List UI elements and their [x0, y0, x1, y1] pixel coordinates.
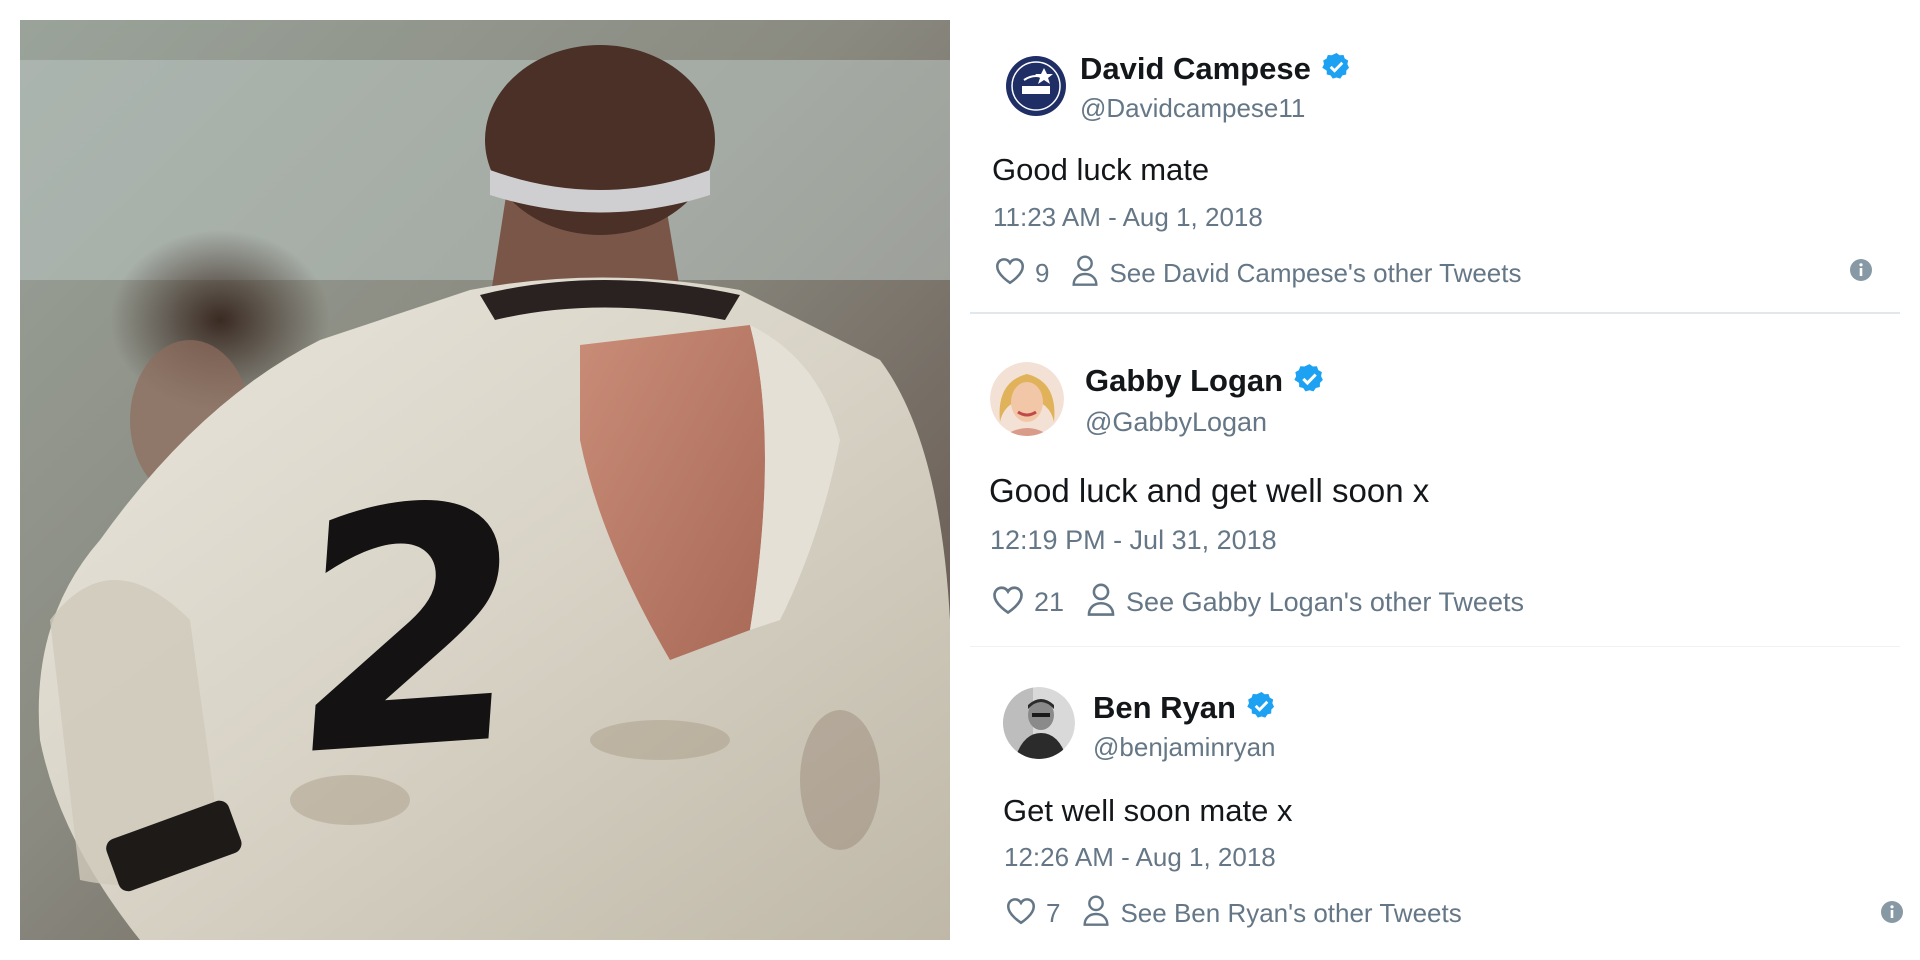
like-count: 7	[1046, 898, 1061, 928]
verified-badge-icon	[1246, 690, 1277, 726]
rugby-player-photo: 2	[20, 20, 950, 940]
tweet-divider	[970, 646, 1900, 647]
heart-icon[interactable]	[993, 254, 1027, 293]
avatar[interactable]	[990, 362, 1064, 436]
info-icon[interactable]	[1880, 900, 1904, 929]
info-icon[interactable]	[1849, 258, 1873, 287]
author-name[interactable]: Gabby Logan	[1085, 363, 1283, 399]
person-icon[interactable]	[1071, 254, 1099, 293]
tweet-timestamp[interactable]: 12:19 PM - Jul 31, 2018	[990, 525, 1277, 556]
tweet-text: Get well soon mate x	[1003, 793, 1293, 828]
other-tweets-link[interactable]: See Ben Ryan's other Tweets	[1120, 898, 1461, 929]
tweet-divider	[970, 312, 1900, 314]
heart-icon[interactable]	[990, 582, 1026, 623]
person-icon[interactable]	[1082, 894, 1110, 933]
other-tweets-link[interactable]: See David Campese's other Tweets	[1109, 258, 1521, 289]
like-count: 21	[1034, 587, 1065, 617]
verified-badge-icon	[1321, 51, 1352, 87]
person-icon[interactable]	[1086, 582, 1116, 623]
author-handle[interactable]: @Davidcampese11	[1080, 93, 1305, 124]
other-tweets-link[interactable]: See Gabby Logan's other Tweets	[1126, 587, 1524, 618]
verified-badge-icon	[1293, 362, 1326, 400]
author-handle[interactable]: @benjaminryan	[1093, 732, 1275, 763]
author-name[interactable]: Ben Ryan	[1093, 690, 1236, 726]
avatar[interactable]	[1000, 50, 1072, 122]
like-count: 9	[1035, 258, 1050, 288]
tweet-timestamp[interactable]: 12:26 AM - Aug 1, 2018	[1004, 842, 1276, 873]
tweet-text: Good luck mate	[992, 152, 1210, 187]
heart-icon[interactable]	[1004, 894, 1038, 933]
author-handle[interactable]: @GabbyLogan	[1085, 407, 1267, 438]
tweet-text: Good luck and get well soon x	[989, 472, 1430, 509]
avatar[interactable]	[1003, 687, 1075, 759]
jersey-number: 2	[281, 432, 539, 831]
tweet-timestamp[interactable]: 11:23 AM - Aug 1, 2018	[993, 202, 1263, 233]
author-name[interactable]: David Campese	[1080, 51, 1311, 87]
